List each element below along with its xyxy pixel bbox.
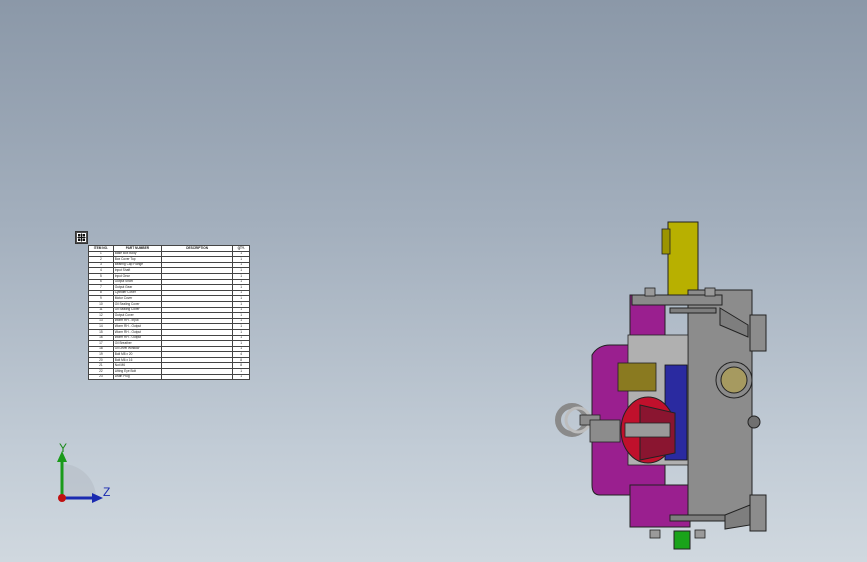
bom-cell-part-number: Drain Plug (112, 373, 163, 381)
bom-cell-qty: 1 (232, 373, 250, 381)
gearbox-3d-model[interactable] (540, 215, 780, 555)
housing-upper-flange (631, 294, 723, 306)
coordinate-triad-icon: Y Z (52, 440, 122, 510)
green-drain-plug (673, 530, 691, 550)
bill-of-materials-table[interactable]: ITEM NO. PART NUMBER DESCRIPTION QTY. 1B… (88, 245, 250, 381)
y-axis-label: Y (59, 441, 68, 455)
bolt-head (649, 529, 661, 539)
eye-bolt-base (589, 419, 621, 443)
triad-quadrant (62, 464, 96, 498)
bom-row[interactable]: 23 Drain Plug 1 (88, 373, 250, 381)
top-shaft-flange (661, 228, 671, 255)
bolt-head (644, 287, 656, 297)
z-axis-arrowhead (92, 493, 103, 503)
housing-right-boss-bottom (749, 494, 767, 532)
z-axis-label: Z (103, 485, 111, 499)
bolt-head (704, 287, 716, 297)
bom-cell-item: 23 (88, 373, 114, 381)
move-table-icon[interactable] (75, 231, 88, 244)
housing-right-boss-top (749, 314, 767, 352)
internal-olive-block (617, 362, 657, 392)
bom-body: 1 Base Box Body 1 2 Box Cover Top 1 3 Bearing C… (88, 250, 250, 381)
graphics-viewport[interactable]: ITEM NO. PART NUMBER DESCRIPTION QTY. 1B… (0, 0, 867, 562)
bolt-head (694, 529, 706, 539)
oil-level-window-glass (720, 366, 748, 394)
bom-cell-description (161, 373, 234, 381)
drain-screw (747, 415, 761, 429)
internal-shaft (624, 422, 671, 438)
x-axis-dot (58, 494, 66, 502)
